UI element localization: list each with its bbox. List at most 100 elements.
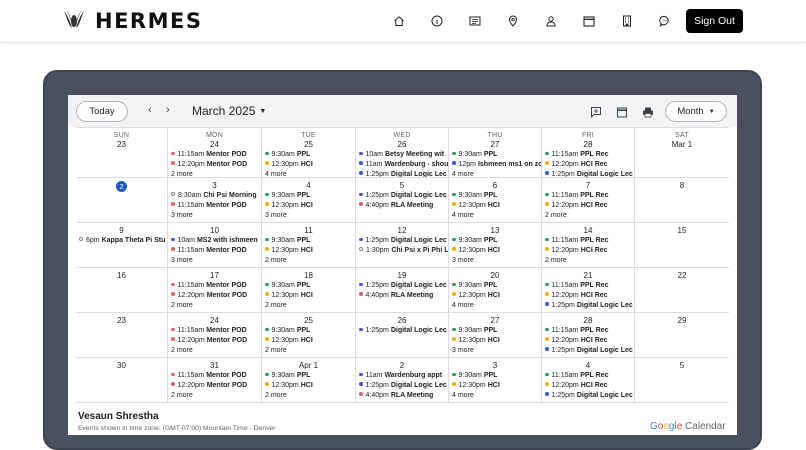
calendar-event[interactable]: 1:25pm Digital Logic Lec [356,381,448,391]
more-events-link[interactable]: 4 more [449,211,541,221]
day-number[interactable]: 15 [635,226,729,236]
calendar-event[interactable]: 12:30pm HCI [262,291,355,301]
more-events-link[interactable]: 3 more [168,211,261,221]
more-events-link[interactable]: 3 more [168,256,261,266]
day-number[interactable]: 27 [449,316,541,326]
day-number[interactable]: 18 [262,271,355,281]
calendar-event[interactable]: 9:30am PPL [262,150,355,160]
day-cell[interactable]: FRI 28 11:15am PPL Rec 12:20pm HCI Rec 1:25p… [542,128,635,178]
calendar-event[interactable]: 12:30pm HCI [262,201,355,211]
more-events-link[interactable]: 2 more [168,346,261,356]
day-number[interactable]: 4 [542,361,634,371]
calendar-event[interactable]: 6pm Kappa Theta Pi Stu [76,236,167,246]
calendar-event[interactable]: 1:25pm Digital Logic Lec [356,326,448,336]
day-number[interactable]: 31 [168,361,261,371]
calendar-event[interactable]: 9:30am PPL [262,281,355,291]
calendar-event[interactable]: 12:20pm HCI Rec [542,201,634,211]
info-icon[interactable] [418,12,456,30]
month-selector[interactable]: March 2025 ▼ [192,104,266,118]
day-cell[interactable]: 3 9:30am PPL 12:30pm HCI 4 more [449,358,542,403]
day-number[interactable]: 11 [262,226,355,236]
day-number[interactable]: 10 [168,226,261,236]
day-number[interactable]: 29 [635,316,729,326]
day-cell[interactable]: TUE 25 9:30am PPL 12:30pm HCI 4 more [262,128,356,178]
day-number[interactable]: 21 [542,271,634,281]
more-events-link[interactable]: 2 more [168,170,261,177]
day-number[interactable]: 6 [449,181,541,191]
day-cell[interactable]: 7 11:15am PPL Rec 12:20pm HCI Rec 2 more [542,178,635,223]
sign-out-button[interactable]: Sign Out [686,9,743,33]
day-cell[interactable]: 12 1:25pm Digital Logic Lec 1:30pm Chi Psi… [356,223,449,268]
calendar-event[interactable]: 12:20pm Mentor POD [168,291,261,301]
calendar-event[interactable]: 11:15am PPL Rec [542,326,634,336]
calendar-event[interactable]: 1:30pm Chi Psi x Pi Phi L [356,246,448,256]
calendar-event[interactable]: 11:15am Mentor POD [168,246,261,256]
calendar-event[interactable]: 12:20pm HCI Rec [542,246,634,256]
calendar-event[interactable]: 9:30am PPL [449,150,541,160]
day-cell[interactable]: 18 9:30am PPL 12:30pm HCI 2 more [262,268,356,313]
day-cell[interactable]: 2 [76,178,168,223]
home-icon[interactable] [380,12,418,30]
day-number[interactable]: 20 [449,271,541,281]
day-number[interactable]: 28 [542,140,634,150]
calendar-event[interactable]: 11am Wardenburg appt [356,371,448,381]
calendar-event[interactable]: 1:25pm Digital Logic Lec [356,191,448,201]
day-number[interactable]: 27 [449,140,541,150]
calendar-event[interactable]: 12:20pm Mentor POD [168,381,261,391]
calendar-icon[interactable] [570,12,608,30]
calendar-event[interactable]: 11:15am PPL Rec [542,371,634,381]
day-number[interactable]: 12 [356,226,448,236]
calendar-event[interactable]: 12:20pm HCI Rec [542,291,634,301]
list-icon[interactable] [456,12,494,30]
calendar-event[interactable]: 11:15am PPL Rec [542,150,634,160]
calendar-event[interactable]: 11:15am PPL Rec [542,281,634,291]
day-cell[interactable]: 19 1:25pm Digital Logic Lec 4:40pm RLA Mee… [356,268,449,313]
calendar-event[interactable]: 12:30pm HCI [262,160,355,170]
day-cell[interactable]: 20 9:30am PPL 12:30pm HCI 4 more [449,268,542,313]
more-events-link[interactable]: 4 more [262,170,355,177]
calendar-event[interactable]: 12:20pm HCI Rec [542,381,634,391]
calendar-event[interactable]: 11:15am PPL Rec [542,236,634,246]
calendar-event[interactable]: 11:15am Mentor POD [168,326,261,336]
day-number[interactable]: 25 [262,316,355,326]
calendar-event[interactable]: 1:25pm Digital Logic Lec [542,301,634,311]
calendar-event[interactable]: 9:30am PPL [262,191,355,201]
calendar-event[interactable]: 9:30am PPL [262,326,355,336]
calendar-event[interactable]: 11:15am Mentor POD [168,150,261,160]
calendar-event[interactable]: 8:30am Chi Psi Morning [168,191,261,201]
day-number[interactable]: 14 [542,226,634,236]
day-cell[interactable]: 25 9:30am PPL 12:30pm HCI 2 more [262,313,356,358]
day-cell[interactable]: 15 [635,223,729,268]
chat-icon[interactable] [646,12,684,30]
calendar-event[interactable]: 9:30am PPL [262,236,355,246]
more-events-link[interactable]: 2 more [262,346,355,356]
location-icon[interactable] [494,12,532,30]
more-events-link[interactable]: 2 more [262,256,355,266]
calendar-event[interactable]: 1:25pm Digital Logic Lec [356,236,448,246]
day-cell[interactable]: 9 6pm Kappa Theta Pi Stu [76,223,168,268]
day-cell[interactable]: 3 8:30am Chi Psi Morning 11:15am Mentor PO… [168,178,262,223]
day-number[interactable]: 30 [76,361,167,371]
day-number[interactable]: 26 [356,316,448,326]
day-number[interactable]: 2 [76,181,167,192]
day-number[interactable]: 9 [76,226,167,236]
day-cell[interactable]: 2 11am Wardenburg appt 1:25pm Digital Logi… [356,358,449,403]
more-events-link[interactable]: 2 more [542,256,634,266]
calendar-event[interactable]: 9:30am PPL [449,281,541,291]
calendar-event[interactable]: 4:40pm RLA Meeting [356,391,448,401]
calendar-event[interactable]: 12:20pm HCI Rec [542,336,634,346]
day-cell[interactable]: 8 [635,178,729,223]
more-events-link[interactable]: 2 more [542,211,634,221]
calendar-event[interactable]: 11:15am Mentor POD [168,281,261,291]
day-cell[interactable]: 22 [635,268,729,313]
day-cell[interactable]: 17 11:15am Mentor POD 12:20pm Mentor POD 2 … [168,268,262,313]
day-number[interactable]: 19 [356,271,448,281]
calendar-event[interactable]: 1:25pm Digital Logic Lec [542,170,634,177]
day-number[interactable]: 7 [542,181,634,191]
day-number[interactable]: 22 [635,271,729,281]
day-cell[interactable]: SUN 23 [76,128,168,178]
calendar-event[interactable]: 12:20pm Mentor POD [168,160,261,170]
calendar-event[interactable]: 12:30pm HCI [449,336,541,346]
calendar-event[interactable]: 9:30am PPL [449,236,541,246]
day-cell[interactable]: 27 9:30am PPL 12:30pm HCI 3 more [449,313,542,358]
